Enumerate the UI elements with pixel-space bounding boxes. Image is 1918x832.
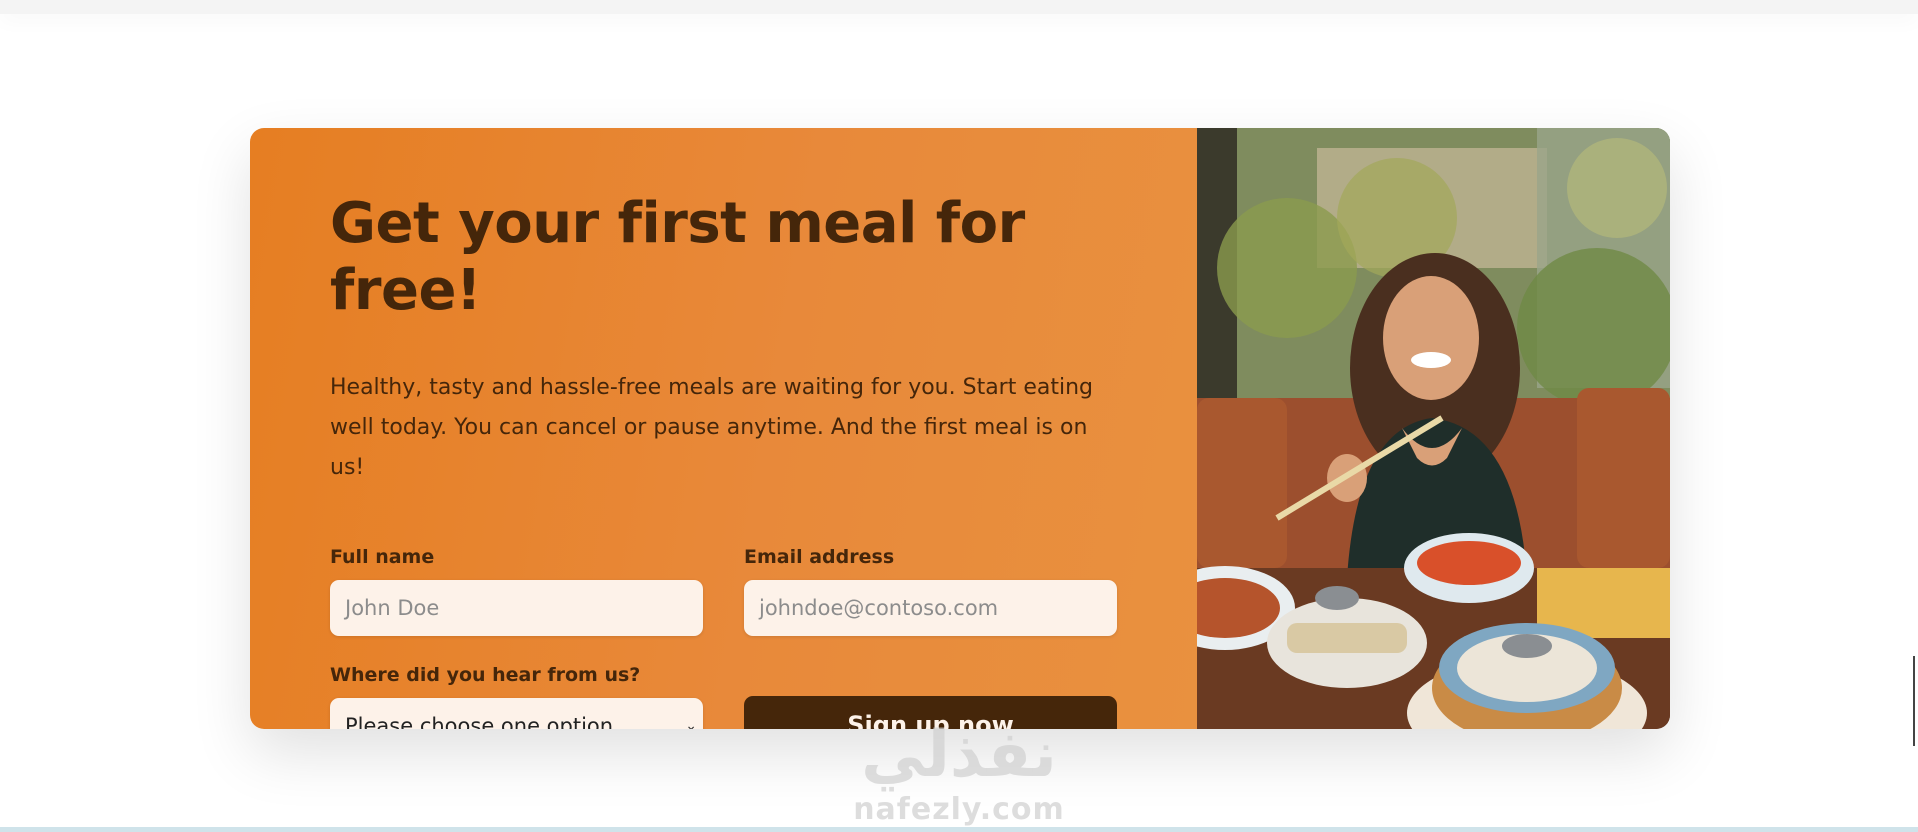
full-name-field: Full name John Doe xyxy=(330,546,703,637)
scrollbar-thumb[interactable] xyxy=(1913,656,1915,746)
cta-image xyxy=(1197,128,1670,729)
full-name-input[interactable]: John Doe xyxy=(330,580,703,637)
cta-text-box: Get your first meal for free! Healthy, t… xyxy=(250,128,1197,729)
email-label: Email address xyxy=(744,546,895,569)
top-band xyxy=(0,0,1918,14)
email-input[interactable]: johndoe@contoso.com xyxy=(744,580,1117,637)
source-label: Where did you hear from us? xyxy=(330,664,641,687)
cta-description: Healthy, tasty and hassle-free meals are… xyxy=(330,375,1094,481)
cta-section: Get your first meal for free! Healthy, t… xyxy=(250,128,1670,729)
full-name-placeholder: John Doe xyxy=(345,596,440,621)
watermark-latin: nafezly.com xyxy=(853,792,1065,827)
restaurant-scene-illustration xyxy=(1197,128,1670,729)
cta-title: Get your first meal for free! xyxy=(330,191,1025,324)
email-placeholder: johndoe@contoso.com xyxy=(759,596,999,621)
bottom-edge-line xyxy=(0,827,1918,832)
full-name-label: Full name xyxy=(330,546,435,569)
email-field: Email address johndoe@contoso.com xyxy=(744,546,1117,637)
signup-form: Full name John Doe Email address johndoe… xyxy=(330,546,1117,729)
watermark-arabic: نفذلي xyxy=(861,718,1057,792)
